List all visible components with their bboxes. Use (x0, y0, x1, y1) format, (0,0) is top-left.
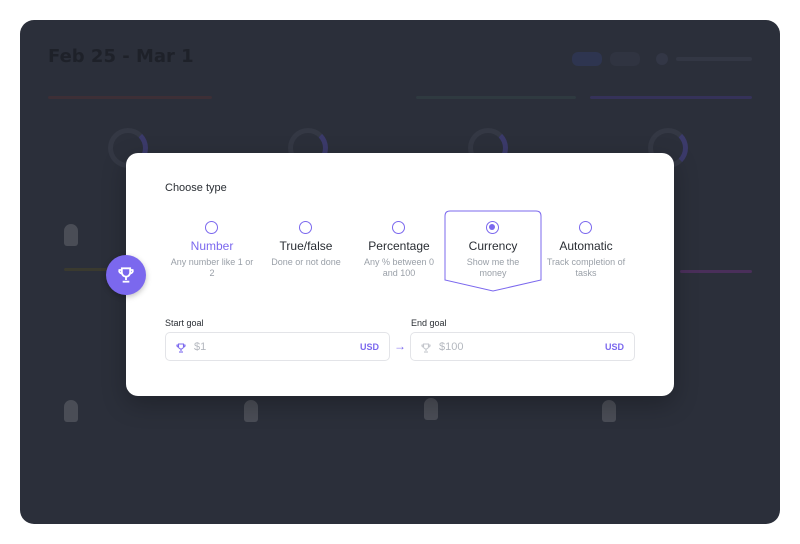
type-desc-true-false: Done or not done (271, 257, 341, 267)
type-label-number: Number (190, 239, 234, 253)
modal-title: Choose type (165, 182, 227, 194)
type-label-currency: Currency (468, 239, 518, 253)
type-option-percentage[interactable]: Percentage Any % between 0 and 100 (352, 210, 446, 290)
radio-automatic[interactable] (579, 221, 592, 234)
start-goal-label: Start goal (165, 318, 204, 328)
background-view-toggle (572, 52, 602, 66)
type-desc-percentage: Any % between 0 and 100 (363, 257, 435, 278)
radio-number[interactable] (205, 221, 218, 234)
type-option-automatic[interactable]: Automatic Track completion of tasks (539, 210, 633, 290)
end-goal-value: $100 (439, 341, 464, 353)
type-options: Number Any number like 1 or 2 True/false… (126, 210, 674, 300)
background-view-toggle-2 (610, 52, 640, 66)
radio-currency[interactable] (486, 221, 499, 234)
background-avatar-1 (64, 224, 78, 246)
type-desc-currency: Show me the money (466, 257, 520, 278)
type-option-number[interactable]: Number Any number like 1 or 2 (165, 210, 259, 290)
background-avatar-5 (602, 400, 616, 422)
end-goal-input[interactable]: $100 USD (410, 332, 635, 361)
background-avatar-4 (424, 398, 438, 420)
radio-true-false[interactable] (299, 221, 312, 234)
start-goal-currency[interactable]: USD (360, 342, 379, 352)
radio-percentage[interactable] (392, 221, 405, 234)
type-option-currency[interactable]: Currency Show me the money (446, 210, 540, 290)
start-goal-input[interactable]: $1 USD (165, 332, 390, 361)
type-label-true-false: True/false (279, 239, 333, 253)
end-goal-label: End goal (411, 318, 447, 328)
background-bar (676, 57, 752, 61)
background-date-range: Feb 25 - Mar 1 (48, 46, 194, 67)
type-label-percentage: Percentage (368, 239, 430, 253)
type-label-automatic: Automatic (559, 239, 613, 253)
background-avatar-2 (64, 400, 78, 422)
background-progress-line-2 (416, 96, 576, 99)
trophy-icon (420, 341, 432, 359)
background-checkbox (656, 53, 668, 65)
background-progress-line-3 (590, 96, 752, 99)
background-progress-line-5 (680, 270, 752, 273)
type-desc-number: Any number like 1 or 2 (170, 257, 254, 278)
choose-type-modal: Choose type Number Any number like 1 or … (126, 153, 674, 396)
background-avatar-3 (244, 400, 258, 422)
trophy-icon (175, 341, 187, 359)
type-option-true-false[interactable]: True/false Done or not done (259, 210, 353, 290)
trophy-badge-icon (106, 255, 146, 295)
end-goal-currency[interactable]: USD (605, 342, 624, 352)
start-goal-value: $1 (194, 341, 207, 353)
arrow-right-icon: → (394, 339, 406, 353)
background-progress-line-1 (48, 96, 212, 99)
type-desc-automatic: Track completion of tasks (546, 257, 626, 278)
